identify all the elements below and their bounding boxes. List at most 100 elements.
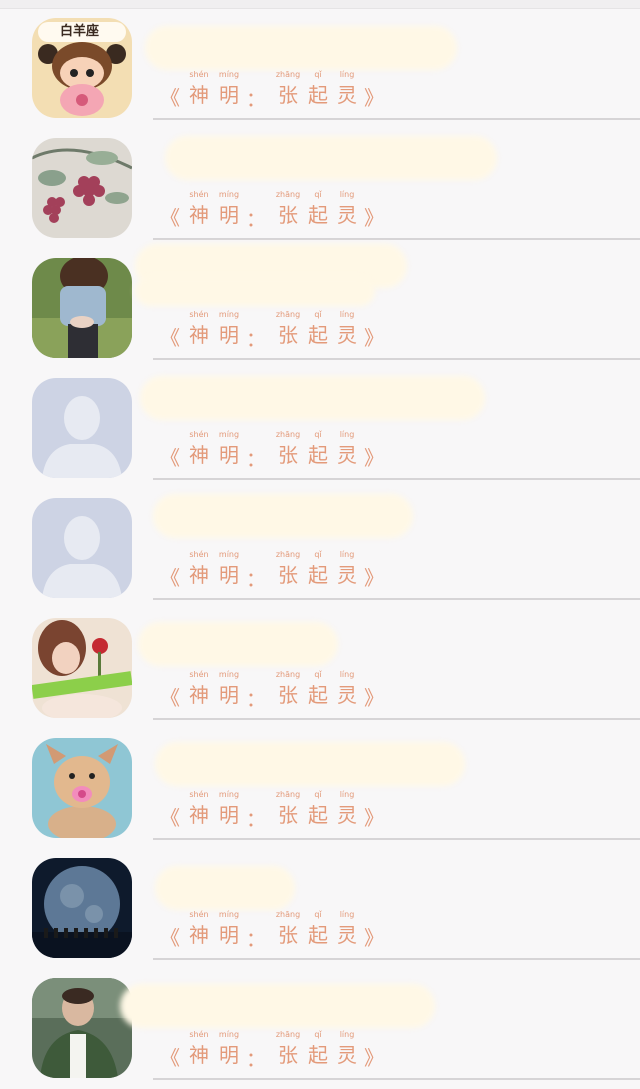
tagline: 《 shén 神 míng 明 ： zhāng 张 qǐ 起 líng 灵 》 (160, 190, 420, 231)
default-person-avatar[interactable] (32, 378, 132, 478)
puppy-pacifier-avatar[interactable] (32, 738, 132, 838)
pinyin: míng (218, 910, 240, 919)
pinyin: líng (339, 70, 355, 79)
zodiac-aries-avatar[interactable]: 白羊座 (32, 18, 132, 118)
tagline-char: 张 (278, 683, 298, 707)
open-bracket: 《 (160, 686, 180, 710)
close-bracket: 》 (364, 446, 384, 470)
tagline: 《 shén 神 míng 明 ： zhāng 张 qǐ 起 líng 灵 》 (160, 1030, 420, 1071)
pinyin: shén (189, 310, 209, 319)
pinyin: qǐ (314, 190, 322, 199)
tagline: 《 shén 神 míng 明 ： zhāng 张 qǐ 起 líng 灵 》 (160, 790, 420, 831)
pinyin: qǐ (314, 910, 322, 919)
name-blurred (120, 984, 435, 1028)
list-item[interactable]: 《 shén 神 míng 明 ： zhāng 张 qǐ 起 líng 灵 》 (0, 120, 640, 240)
tagline-char: 起 (308, 323, 328, 347)
girl-rose-avatar[interactable] (32, 618, 132, 718)
tagline-char: 神 (189, 443, 209, 467)
name-blurred (138, 622, 338, 666)
pinyin: zhāng (275, 430, 301, 439)
tagline-char: 明 (219, 203, 239, 227)
list-item[interactable]: 《 shén 神 míng 明 ： zhāng 张 qǐ 起 líng 灵 》 (0, 600, 640, 720)
pinyin: qǐ (314, 1030, 322, 1039)
pinyin: qǐ (314, 670, 322, 679)
pinyin: zhāng (275, 1030, 301, 1039)
name-blurred (165, 136, 497, 180)
open-bracket: 《 (160, 566, 180, 590)
pinyin: shén (189, 790, 209, 799)
list-item[interactable]: 《 shén 神 míng 明 ： zhāng 张 qǐ 起 líng 灵 》 (0, 240, 640, 360)
close-bracket: 》 (364, 686, 384, 710)
tagline: 《 shén 神 míng 明 ： zhāng 张 qǐ 起 líng 灵 》 (160, 910, 420, 951)
name-blurred (135, 276, 375, 306)
tagline-char: 起 (308, 563, 328, 587)
pinyin: míng (218, 670, 240, 679)
colon: ： (246, 447, 266, 471)
list-item[interactable]: 《 shén 神 míng 明 ： zhāng 张 qǐ 起 líng 灵 》 (0, 480, 640, 600)
tagline-char: 灵 (337, 683, 357, 707)
list-item[interactable]: 《 shén 神 míng 明 ： zhāng 张 qǐ 起 líng 灵 》 (0, 720, 640, 840)
pinyin: míng (218, 310, 240, 319)
earth-moon-avatar[interactable] (32, 858, 132, 958)
colon: ： (246, 87, 266, 111)
tagline: 《 shén 神 míng 明 ： zhāng 张 qǐ 起 líng 灵 》 (160, 70, 420, 111)
tagline-char: 起 (308, 203, 328, 227)
pinyin: míng (218, 70, 240, 79)
pinyin: zhāng (275, 670, 301, 679)
pinyin: zhāng (275, 790, 301, 799)
tagline-char: 明 (219, 1043, 239, 1067)
tagline: 《 shén 神 míng 明 ： zhāng 张 qǐ 起 líng 灵 》 (160, 670, 420, 711)
pinyin: líng (339, 1030, 355, 1039)
tagline-char: 明 (219, 83, 239, 107)
open-bracket: 《 (160, 326, 180, 350)
colon: ： (246, 207, 266, 231)
pinyin: zhāng (275, 190, 301, 199)
girl-jeans-avatar[interactable] (32, 258, 132, 358)
pinyin: míng (218, 790, 240, 799)
tagline-char: 灵 (337, 1043, 357, 1067)
pinyin: líng (339, 310, 355, 319)
name-blurred (145, 26, 457, 70)
list-item[interactable]: 《 shén 神 míng 明 ： zhāng 张 qǐ 起 líng 灵 》 (0, 840, 640, 960)
default-person-avatar[interactable] (32, 498, 132, 598)
tagline-char: 张 (278, 1043, 298, 1067)
colon: ： (246, 567, 266, 591)
tagline-char: 明 (219, 323, 239, 347)
tagline-char: 明 (219, 443, 239, 467)
pinyin: líng (339, 790, 355, 799)
tagline-char: 神 (189, 83, 209, 107)
list-item[interactable]: 《 shén 神 míng 明 ： zhāng 张 qǐ 起 líng 灵 》 (0, 360, 640, 480)
tagline-char: 灵 (337, 83, 357, 107)
pinyin: qǐ (314, 790, 322, 799)
tagline-char: 神 (189, 563, 209, 587)
tagline-char: 起 (308, 1043, 328, 1067)
open-bracket: 《 (160, 1046, 180, 1070)
open-bracket: 《 (160, 806, 180, 830)
colon: ： (246, 1047, 266, 1071)
tagline-char: 灵 (337, 203, 357, 227)
open-bracket: 《 (160, 206, 180, 230)
open-bracket: 《 (160, 446, 180, 470)
tagline-char: 灵 (337, 323, 357, 347)
man-jacket-avatar[interactable] (32, 978, 132, 1078)
tagline: 《 shén 神 míng 明 ： zhāng 张 qǐ 起 líng 灵 》 (160, 310, 420, 351)
grapes-avatar[interactable] (32, 138, 132, 238)
tagline-char: 神 (189, 1043, 209, 1067)
tagline-char: 神 (189, 203, 209, 227)
colon: ： (246, 927, 266, 951)
pinyin: zhāng (275, 70, 301, 79)
list-item[interactable]: 白羊座 《 shén 神 míng 明 ： zhāng 张 qǐ 起 líng … (0, 0, 640, 120)
tagline-char: 张 (278, 443, 298, 467)
row-divider (153, 1078, 640, 1080)
tagline: 《 shén 神 míng 明 ： zhāng 张 qǐ 起 líng 灵 》 (160, 430, 420, 471)
tagline-char: 张 (278, 83, 298, 107)
list-item[interactable]: 《 shén 神 míng 明 ： zhāng 张 qǐ 起 líng 灵 》 (0, 960, 640, 1089)
pinyin: líng (339, 430, 355, 439)
pinyin: shén (189, 670, 209, 679)
tagline-char: 张 (278, 803, 298, 827)
tagline-char: 张 (278, 323, 298, 347)
close-bracket: 》 (364, 1046, 384, 1070)
colon: ： (246, 327, 266, 351)
tagline-char: 明 (219, 683, 239, 707)
pinyin: míng (218, 1030, 240, 1039)
